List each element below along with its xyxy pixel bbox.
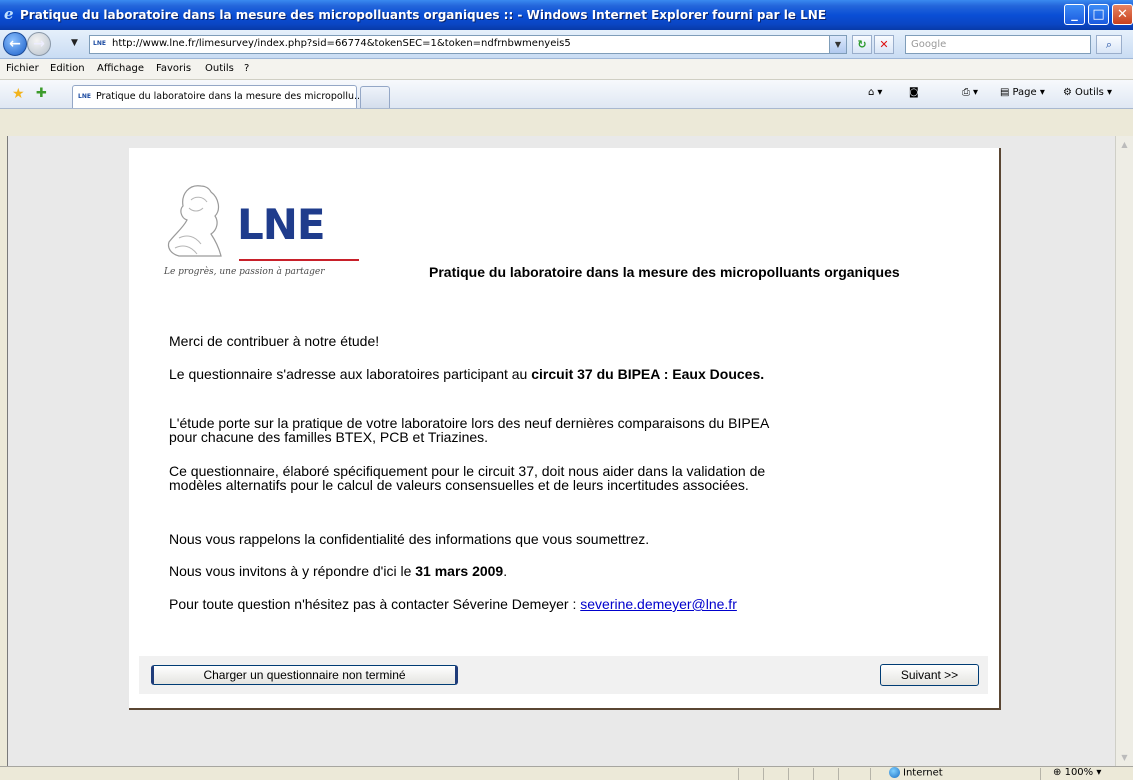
menu-bar: Fichier Edition Affichage Favoris Outils… [0,59,1133,80]
purpose-paragraph: Ce questionnaire, élaboré spécifiquement… [169,463,766,493]
audience-text: Le questionnaire s'adresse aux laboratoi… [169,366,532,382]
menu-favoris[interactable]: Favoris [156,63,191,74]
address-input[interactable]: LNE http://www.lne.fr/limesurvey/index.p… [89,35,847,54]
home-button[interactable]: ⌂ ▾ [868,87,882,98]
status-bar: Internet ⊕ 100% ▾ [0,766,1133,780]
contact-paragraph: Pour toute question n'hésitez pas à cont… [169,597,809,611]
arrow-right-icon: → [33,36,45,52]
menu-help[interactable]: ? [244,63,249,74]
scroll-up-icon[interactable]: ▲ [1116,136,1133,153]
tools-menu-button[interactable]: ⚙ Outils ▾ [1063,87,1112,98]
zoom-icon: ⊕ [1053,767,1062,778]
address-dropdown-button[interactable]: ▼ [829,36,846,53]
intro-paragraph: Merci de contribuer à notre étude! [169,333,380,349]
page-menu-button[interactable]: ▤ Page ▾ [1000,87,1045,98]
close-button[interactable]: ✕ [1112,4,1133,25]
back-button[interactable]: ← [3,32,27,56]
tools-menu-label: Outils [1074,87,1104,98]
scope-paragraph: L'étude porte sur la pratique de votre l… [169,415,769,445]
page-icon: ▤ [1000,87,1010,98]
window-title-bar: e Pratique du laboratoire dans la mesure… [0,0,1133,30]
lne-brand: LNE [237,200,326,249]
menu-affichage[interactable]: Affichage [97,63,144,74]
gear-icon: ⚙ [1063,87,1072,98]
printer-icon: ⎙ [962,87,970,98]
contact-text: Pour toute question n'hésitez pas à cont… [169,596,581,612]
confidentiality-paragraph: Nous vous rappelons la confidentialité d… [169,531,650,547]
status-separator [738,768,739,780]
minimize-button[interactable]: _ [1064,4,1085,25]
tab-label: Pratique du laboratoire dans la mesure d… [96,91,364,102]
stop-button[interactable]: ✕ [874,35,894,54]
scroll-down-icon[interactable]: ▼ [1116,749,1133,766]
status-separator [763,768,764,780]
load-unfinished-survey-button[interactable]: Charger un questionnaire non terminé [151,665,458,685]
refresh-icon: ↻ [857,38,867,51]
status-separator [870,768,871,780]
maximize-button[interactable]: □ [1088,4,1109,25]
zoom-control[interactable]: ⊕ 100% ▾ [1053,767,1101,778]
status-separator [813,768,814,780]
forward-button[interactable]: → [27,32,51,56]
deadline-paragraph: Nous vous invitons à y répondre d'ici le… [169,564,809,578]
status-separator [838,768,839,780]
ie-logo-icon: e [4,5,14,23]
add-favorite-icon[interactable]: ✚ [36,86,47,101]
search-input[interactable]: Google [905,35,1091,54]
lne-logo: LNE Le progrès, une passion à partager [161,178,371,283]
address-toolbar: ← → ▼ LNE http://www.lne.fr/limesurvey/i… [0,30,1133,59]
menu-outils[interactable]: Outils [205,63,234,74]
close-icon: ✕ [1117,7,1128,22]
globe-icon [889,767,900,778]
logo-underline [239,259,359,261]
contact-email-link[interactable]: severine.demeyer@lne.fr [580,596,737,612]
deadline-date: 31 mars 2009 [415,563,504,579]
refresh-button[interactable]: ↻ [852,35,872,54]
logo-tagline: Le progrès, une passion à partager [164,267,325,277]
search-button[interactable]: ⌕ [1096,35,1122,54]
menu-fichier[interactable]: Fichier [6,63,39,74]
home-icon: ⌂ [868,87,875,98]
search-icon: ⌕ [1105,38,1113,51]
survey-title: Pratique du laboratoire dans la mesure d… [429,264,900,280]
search-placeholder: Google [911,39,947,50]
window-title: Pratique du laboratoire dans la mesure d… [20,8,827,22]
security-zone[interactable]: Internet [889,767,943,779]
arrow-left-icon: ← [9,36,21,52]
url-text[interactable]: http://www.lne.fr/limesurvey/index.php?s… [112,38,571,49]
status-separator [1040,768,1041,780]
tab-active[interactable]: LNE Pratique du laboratoire dans la mesu… [72,85,363,108]
site-favicon-icon: LNE [93,40,106,47]
audience-paragraph: Le questionnaire s'adresse aux laboratoi… [169,367,779,381]
stop-icon: ✕ [879,38,889,51]
deadline-text: Nous vous invitons à y répondre d'ici le [169,563,416,579]
tab-favicon-icon: LNE [78,93,91,100]
favorites-star-icon[interactable]: ★ [12,86,25,102]
page-menu-label: Page [1012,87,1037,98]
status-separator [788,768,789,780]
rss-icon: ◙ [909,87,919,98]
new-tab-button[interactable] [360,86,390,108]
menu-edition[interactable]: Edition [50,63,85,74]
zone-label: Internet [903,767,943,779]
minimize-icon: _ [1071,7,1078,22]
maximize-icon: □ [1092,7,1105,22]
print-button[interactable]: ⎙ ▾ [962,87,978,98]
zoom-level: 100% [1064,767,1094,778]
marianne-figure-icon [167,185,222,257]
vertical-scrollbar[interactable]: ▲ ▼ [1115,136,1133,766]
feeds-button[interactable]: ◙ [909,87,922,98]
recent-pages-dropdown[interactable]: ▼ [71,38,78,48]
circuit-highlight: circuit 37 du BIPEA : Eaux Douces. [531,366,765,382]
tab-bar: ★ ✚ LNE Pratique du laboratoire dans la … [0,80,1133,109]
next-button[interactable]: Suivant >> [880,664,979,686]
deadline-period: . [503,563,508,579]
